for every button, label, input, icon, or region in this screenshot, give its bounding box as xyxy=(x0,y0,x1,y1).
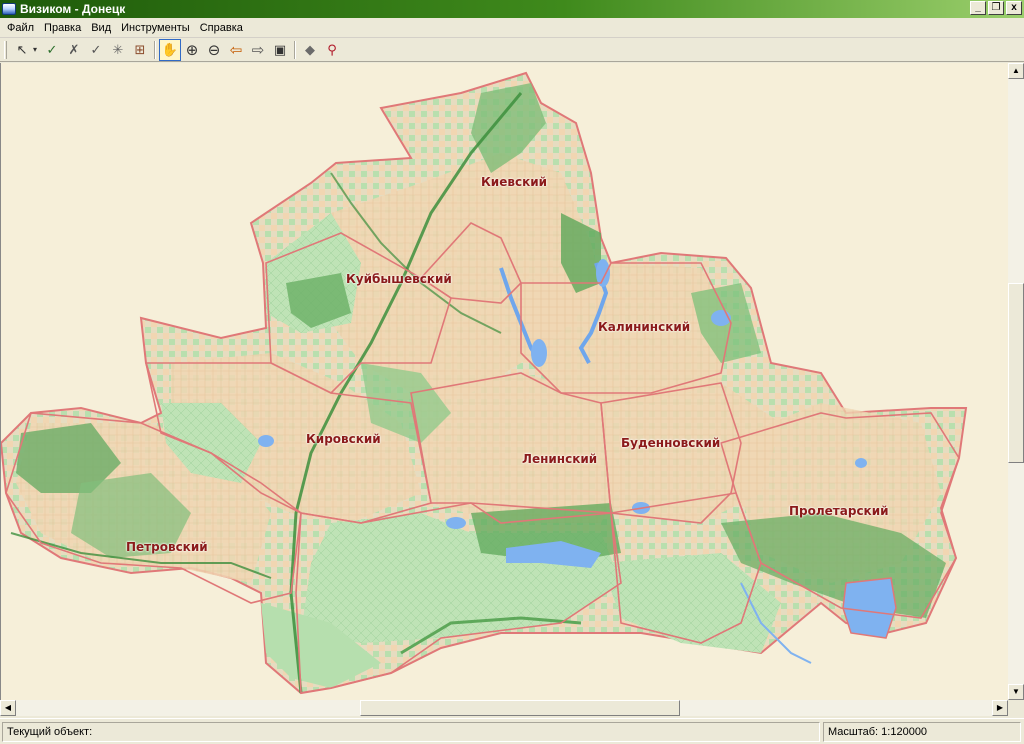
restore-button[interactable]: ❐ xyxy=(988,1,1004,15)
toolbar-grip[interactable] xyxy=(4,40,7,59)
select-list-icon[interactable]: ✓ xyxy=(41,39,63,61)
deselect-icon[interactable]: ✗ xyxy=(63,39,85,61)
water-body xyxy=(258,435,274,447)
district-label-petrovsky[interactable]: Петровский xyxy=(126,540,208,554)
scale-status: Масштаб: 1:120000 xyxy=(823,722,1021,742)
window-controls: _ ❐ x xyxy=(970,1,1022,15)
grid-select-icon[interactable]: ⊞ xyxy=(129,39,151,61)
toolbar-separator xyxy=(154,40,156,59)
close-button[interactable]: x xyxy=(1006,1,1022,15)
vertical-scrollbar[interactable]: ▲ ▼ xyxy=(1008,63,1024,700)
title-bar: Визиком - Донецк _ ❐ x xyxy=(0,0,1024,18)
full-extent-icon[interactable]: ▣ xyxy=(269,39,291,61)
menu-edit[interactable]: Правка xyxy=(39,22,86,34)
hand-pan-icon[interactable]: ✋ xyxy=(159,38,181,61)
toolbar: ↖ ▾ ✓ ✗ ✓ ✳ ⊞ ✋ ⊕ ⊖ ⇦ ⇨ ▣ ◆ ⚲ xyxy=(0,38,1024,62)
scroll-left-arrow-icon[interactable]: ◀ xyxy=(0,700,16,716)
scroll-down-arrow-icon[interactable]: ▼ xyxy=(1008,684,1024,700)
search-map-icon[interactable]: ⚲ xyxy=(321,39,343,61)
minimize-button[interactable]: _ xyxy=(970,1,986,15)
zoom-out-icon[interactable]: ⊖ xyxy=(203,39,225,61)
menu-help[interactable]: Справка xyxy=(195,22,248,34)
scroll-right-arrow-icon[interactable]: ▶ xyxy=(992,700,1008,716)
dropdown-icon[interactable]: ▾ xyxy=(33,45,41,54)
layers-icon[interactable]: ◆ xyxy=(299,39,321,61)
burst-icon[interactable]: ✳ xyxy=(107,39,129,61)
vertical-scroll-thumb[interactable] xyxy=(1008,283,1024,463)
horizontal-scroll-thumb[interactable] xyxy=(360,700,680,716)
select-add-icon[interactable]: ✓ xyxy=(85,39,107,61)
select-arrow-icon[interactable]: ↖ xyxy=(11,39,33,61)
menu-tools[interactable]: Инструменты xyxy=(116,22,195,34)
forward-arrow-icon[interactable]: ⇨ xyxy=(247,39,269,61)
district-label-leninsky[interactable]: Ленинский xyxy=(522,452,597,466)
status-bar: Текущий объект: Масштаб: 1:120000 xyxy=(0,718,1024,744)
horizontal-scrollbar[interactable]: ◀ ▶ xyxy=(0,700,1008,716)
window-title: Визиком - Донецк xyxy=(20,2,126,16)
back-arrow-icon[interactable]: ⇦ xyxy=(225,39,247,61)
district-label-budennovsky[interactable]: Буденновский xyxy=(621,436,720,450)
scroll-up-arrow-icon[interactable]: ▲ xyxy=(1008,63,1024,79)
district-label-kuibyshevsky[interactable]: Куйбышевский xyxy=(346,272,452,286)
district-label-kirovsky[interactable]: Кировский xyxy=(306,432,381,446)
district-label-proletarsky[interactable]: Пролетарский xyxy=(789,504,889,518)
menu-bar: Файл Правка Вид Инструменты Справка xyxy=(0,18,1024,38)
menu-view[interactable]: Вид xyxy=(86,22,116,34)
district-label-kalininsky[interactable]: Калининский xyxy=(598,320,690,334)
scrollbar-corner xyxy=(1008,700,1024,716)
city-map[interactable] xyxy=(1,63,1008,700)
current-object-status: Текущий объект: xyxy=(2,722,820,742)
toolbar-separator xyxy=(294,40,296,59)
map-view[interactable]: Киевский Куйбышевский Калининский Кировс… xyxy=(0,63,1008,700)
menu-file[interactable]: Файл xyxy=(2,22,39,34)
water-body xyxy=(531,339,547,367)
water-body xyxy=(855,458,867,468)
water-body xyxy=(842,577,897,639)
zoom-in-icon[interactable]: ⊕ xyxy=(181,39,203,61)
app-icon xyxy=(2,3,16,15)
district-label-kievsky[interactable]: Киевский xyxy=(481,175,547,189)
water-body xyxy=(446,517,466,529)
